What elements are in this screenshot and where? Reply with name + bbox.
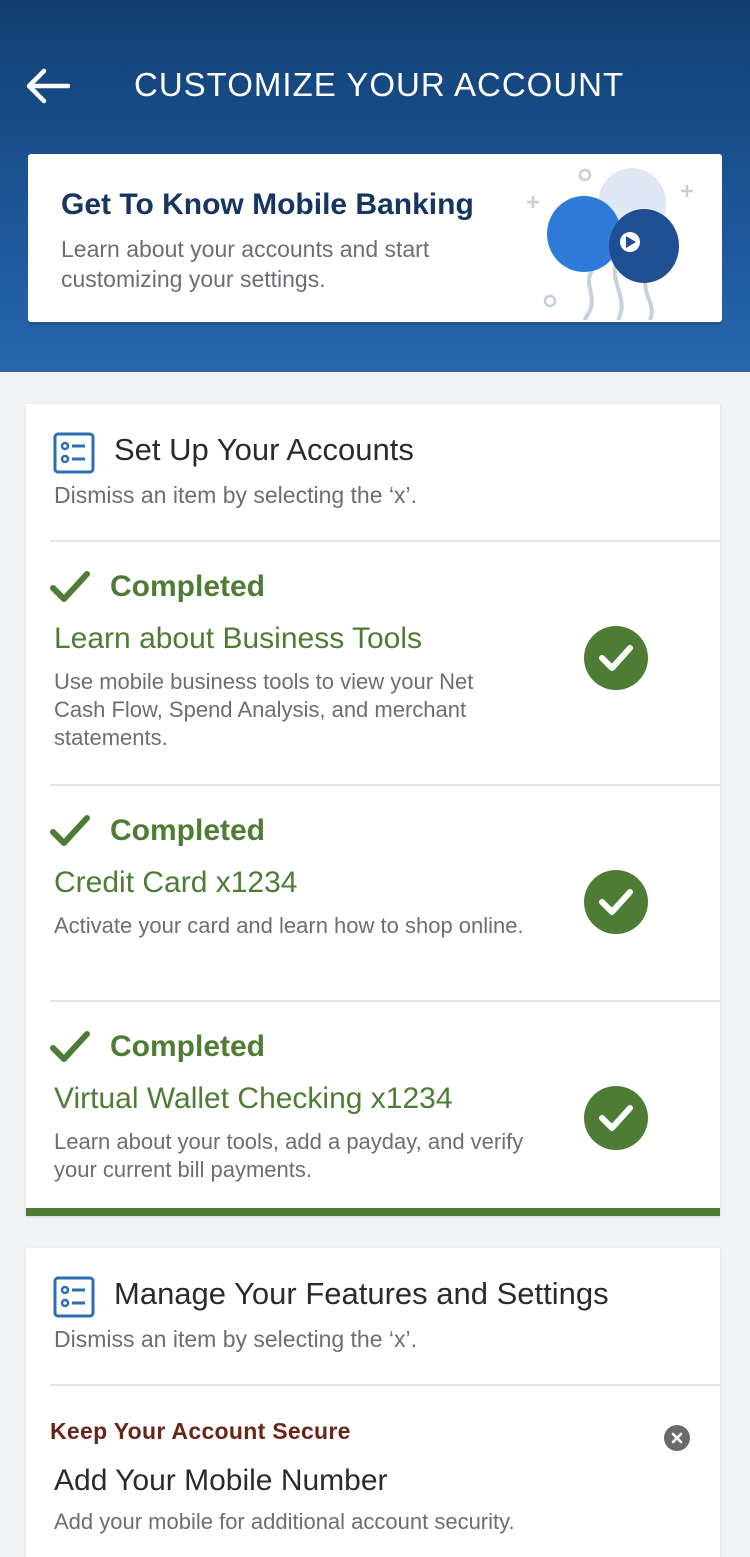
setup-accounts-header: Set Up Your Accounts Dismiss an item by …	[50, 404, 720, 542]
status-completed: Completed	[110, 1030, 266, 1063]
feature-item-mobile-number[interactable]: Keep Your Account Secure Add Your Mobile…	[50, 1386, 720, 1557]
status-row: Completed	[50, 570, 265, 604]
setup-accounts-card: Set Up Your Accounts Dismiss an item by …	[26, 404, 720, 1216]
completed-check-icon	[584, 626, 648, 690]
checkmark-icon	[50, 1031, 90, 1062]
completed-check-icon	[584, 870, 648, 934]
setup-accounts-subtitle: Dismiss an item by selecting the ‘x’.	[54, 482, 418, 508]
mobile-banking-intro-card[interactable]: Get To Know Mobile Banking Learn about y…	[28, 154, 722, 322]
dismiss-x-button[interactable]	[664, 1425, 690, 1451]
manage-features-subtitle: Dismiss an item by selecting the ‘x’.	[54, 1326, 418, 1352]
back-button[interactable]	[24, 64, 74, 108]
checkmark-icon	[50, 815, 90, 846]
item-title: Virtual Wallet Checking x1234	[54, 1082, 453, 1115]
status-row: Completed	[50, 1030, 265, 1064]
intro-description: Learn about your accounts and start cust…	[61, 236, 430, 292]
balloons-illustration	[527, 168, 693, 320]
manage-features-card: Manage Your Features and Settings Dismis…	[26, 1248, 720, 1557]
setup-item-credit-card[interactable]: Completed Credit Card x1234 Activate you…	[50, 786, 720, 1002]
status-completed: Completed	[110, 814, 266, 847]
item-description: Learn about your tools, add a payday, an…	[54, 1129, 524, 1182]
checkmark-icon	[50, 571, 90, 602]
close-icon	[671, 1432, 683, 1444]
setup-item-virtual-wallet[interactable]: Completed Virtual Wallet Checking x1234 …	[50, 1002, 720, 1208]
page-title: CUSTOMIZE YOUR ACCOUNT	[134, 66, 625, 103]
category-label: Keep Your Account Secure	[50, 1418, 351, 1444]
item-description: Add your mobile for additional account s…	[54, 1509, 515, 1534]
checklist-icon	[53, 1276, 95, 1318]
manage-features-title: Manage Your Features and Settings	[114, 1276, 609, 1311]
completed-check-icon	[584, 1086, 648, 1150]
manage-features-header: Manage Your Features and Settings Dismis…	[50, 1248, 720, 1386]
item-title: Add Your Mobile Number	[54, 1464, 388, 1497]
status-completed: Completed	[110, 570, 266, 603]
checklist-icon	[53, 432, 95, 474]
item-description: Activate your card and learn how to shop…	[54, 913, 524, 938]
status-row: Completed	[50, 814, 265, 848]
item-title: Credit Card x1234	[54, 866, 298, 899]
item-description: Use mobile business tools to view your N…	[54, 669, 474, 750]
setup-item-business-tools[interactable]: Completed Learn about Business Tools Use…	[50, 542, 720, 786]
intro-title: Get To Know Mobile Banking	[61, 188, 474, 221]
setup-accounts-title: Set Up Your Accounts	[114, 432, 414, 467]
item-title: Learn about Business Tools	[54, 622, 423, 655]
arrow-left-icon	[26, 68, 70, 104]
